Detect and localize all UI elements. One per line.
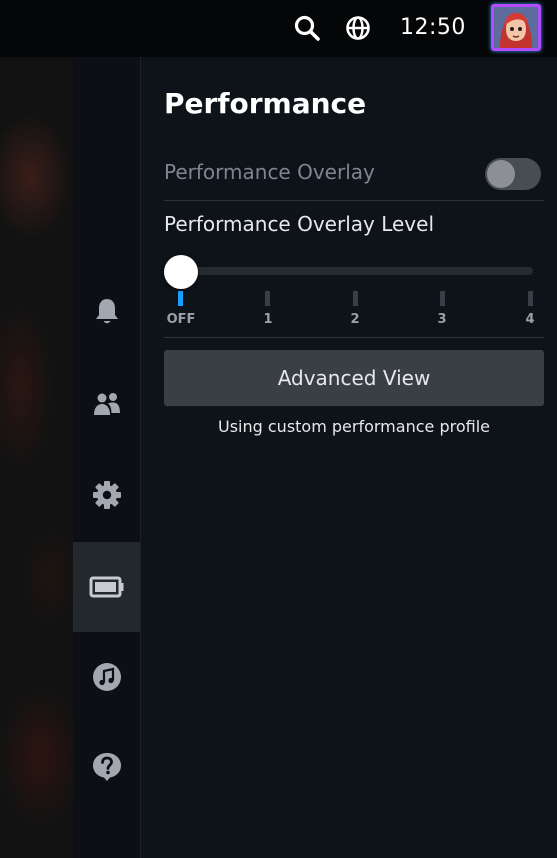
avatar-image (494, 7, 538, 48)
tick-label-2: 2 (350, 312, 360, 327)
blurred-game-background (0, 57, 73, 858)
tick-label-1: 1 (263, 312, 273, 327)
gear-icon (92, 481, 121, 509)
divider (164, 200, 544, 201)
overlay-level-label: Performance Overlay Level (164, 212, 434, 236)
tick-label-off: OFF (166, 312, 196, 327)
slider-tick-off (178, 291, 183, 306)
nav-notifications[interactable] (73, 267, 140, 357)
nav-settings[interactable] (73, 450, 140, 540)
tick-label-3: 3 (437, 312, 447, 327)
performance-panel: Performance Performance Overlay Performa… (141, 57, 557, 858)
bell-icon (95, 299, 118, 324)
slider-tick-2 (353, 291, 358, 306)
overlay-level-slider-track[interactable] (181, 267, 533, 275)
music-icon (92, 663, 121, 691)
battery-icon (89, 576, 123, 598)
overlay-level-slider-handle[interactable] (164, 255, 198, 289)
slider-tick-3 (440, 291, 445, 306)
advanced-view-button[interactable]: Advanced View (164, 350, 544, 406)
friends-icon (93, 393, 120, 415)
slider-tick-1 (265, 291, 270, 306)
slider-tick-4 (528, 291, 533, 306)
top-bar: 12:50 (0, 0, 557, 57)
nav-friends[interactable] (73, 359, 140, 449)
help-icon (92, 753, 121, 781)
performance-overlay-row[interactable]: Performance Overlay (164, 158, 544, 194)
globe-icon[interactable] (344, 14, 372, 42)
nav-help[interactable] (73, 722, 140, 812)
quick-access-nav (73, 57, 140, 858)
tick-label-4: 4 (525, 312, 535, 327)
performance-overlay-toggle[interactable] (485, 158, 541, 190)
performance-overlay-label: Performance Overlay (164, 160, 375, 184)
toggle-knob (487, 160, 515, 188)
clock: 12:50 (400, 15, 466, 40)
search-icon[interactable] (293, 14, 321, 42)
nav-performance[interactable] (73, 542, 140, 632)
page-title: Performance (164, 87, 367, 120)
divider (164, 337, 544, 338)
avatar[interactable] (491, 4, 541, 51)
profile-status-text: Using custom performance profile (218, 417, 490, 436)
nav-music[interactable] (73, 632, 140, 722)
